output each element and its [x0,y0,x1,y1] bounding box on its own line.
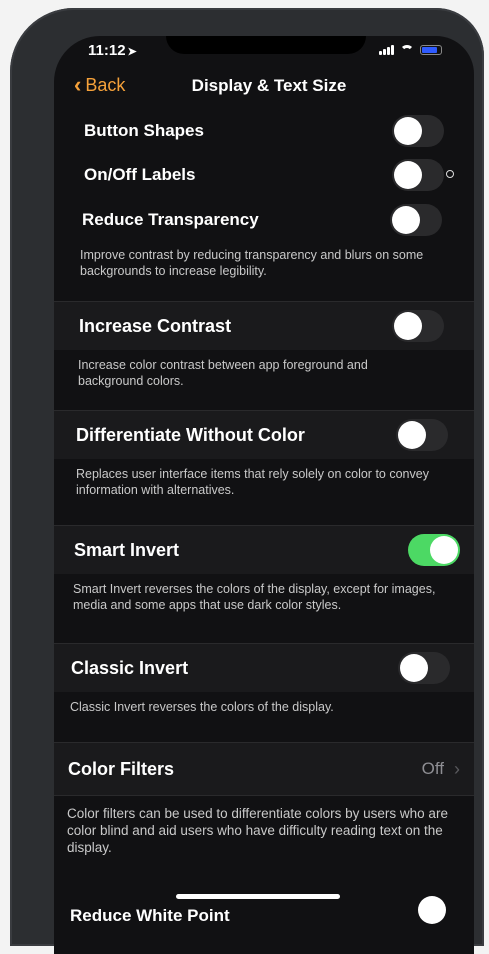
reduce-white-point-toggle[interactable] [418,896,446,924]
setting-label: Increase Contrast [79,315,232,336]
time-text: 11:12 [88,42,126,59]
color-filters-value-group: Off › [422,759,460,780]
reduce-transparency-description: Improve contrast by reducing transparenc… [80,248,424,278]
color-filters-description: Color filters can be used to differentia… [67,806,448,855]
battery-icon [420,45,442,55]
differentiate-without-color-description: Replaces user interface items that rely … [76,467,429,497]
setting-row-button-shapes: Button Shapes [84,109,444,153]
on-off-labels-toggle[interactable] [392,159,454,191]
differentiate-without-color-toggle[interactable] [396,419,448,451]
reduce-transparency-toggle[interactable] [390,204,442,236]
color-filters-value: Off [421,759,444,778]
setting-row-smart-invert: Smart Invert [74,528,460,572]
setting-label: Classic Invert [71,657,189,678]
status-icons [379,45,442,55]
setting-label: Button Shapes [84,121,204,140]
nav-bar: ‹ Back Display & Text Size [54,70,474,110]
setting-row-classic-invert: Classic Invert [71,646,450,690]
page-title: Display & Text Size [191,76,347,95]
setting-row-differentiate-without-color: Differentiate Without Color [76,413,448,457]
divider [54,795,474,796]
setting-label: Smart Invert [74,539,180,560]
increase-contrast-description: Increase color contrast between app fore… [78,358,368,388]
setting-row-reduce-transparency: Reduce Transparency [82,198,442,242]
increase-contrast-toggle[interactable] [392,310,444,342]
off-label-ring-icon [446,170,454,178]
status-time: 11:12 ➤ [88,42,137,59]
setting-label: Differentiate Without Color [76,424,305,445]
classic-invert-description: Classic Invert reverses the colors of th… [70,700,334,714]
classic-invert-toggle[interactable] [398,652,450,684]
setting-label: Reduce Transparency [82,210,259,229]
setting-label: On/Off Labels [84,165,196,184]
wifi-icon [400,45,414,55]
setting-label: Color Filters [68,758,175,779]
smart-invert-description: Smart Invert reverses the colors of the … [73,582,436,612]
smart-invert-toggle[interactable] [408,534,460,566]
setting-row-color-filters[interactable]: Color Filters Off › [68,747,460,791]
cellular-signal-icon [379,45,394,55]
notch [166,36,366,54]
location-arrow-icon: ➤ [127,46,137,58]
button-shapes-toggle[interactable] [392,115,444,147]
chevron-right-icon: › [454,758,460,779]
phone-case: 11:12 ➤ ‹ Back Display & Text Size Butto… [10,8,484,954]
screen: 11:12 ➤ ‹ Back Display & Text Size Butto… [54,36,474,954]
setting-row-on-off-labels: On/Off Labels [84,153,454,197]
setting-row-increase-contrast: Increase Contrast [79,304,444,348]
reduce-white-point-label[interactable]: Reduce White Point [70,906,230,926]
home-indicator[interactable] [176,894,340,899]
